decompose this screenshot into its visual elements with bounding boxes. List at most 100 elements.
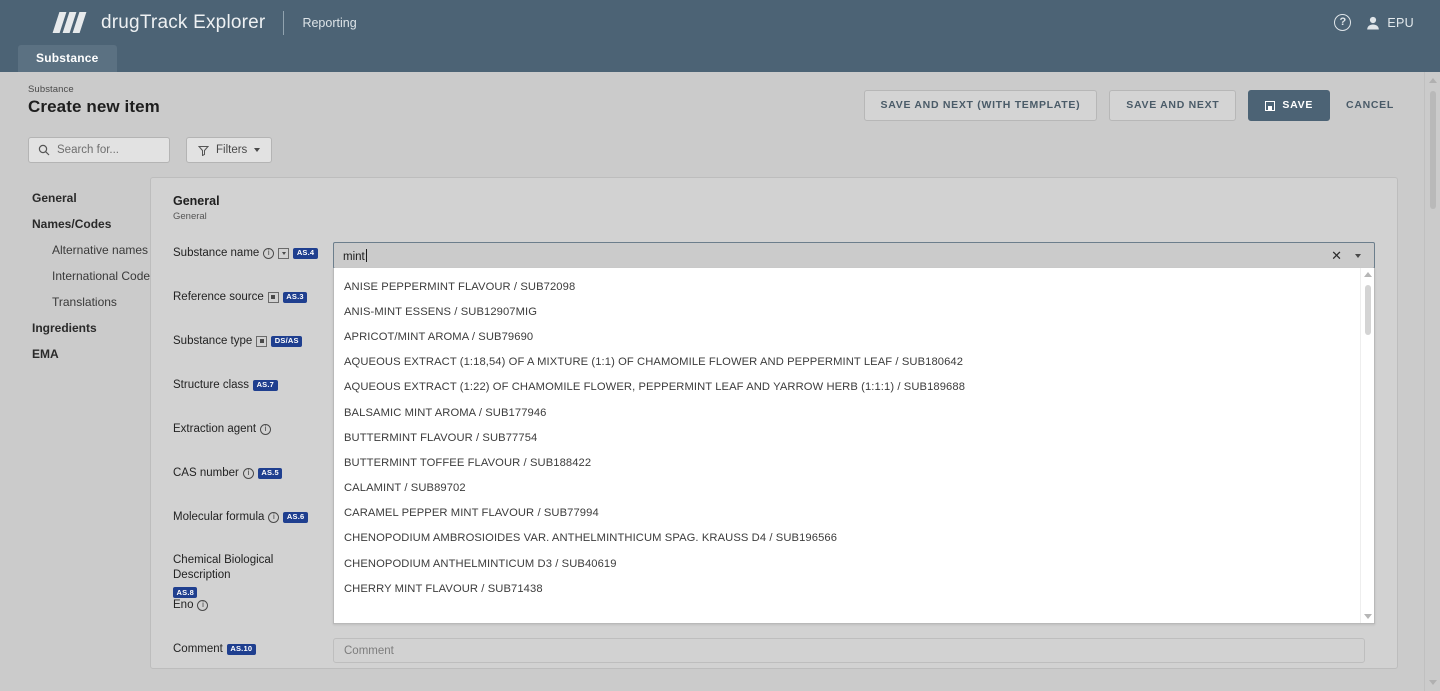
select-box-icon[interactable]: [256, 335, 268, 347]
list-item[interactable]: ANISE PEPPERMINT FLAVOUR / SUB72098: [334, 274, 1374, 299]
field-label-chemical-biological-description: Chemical Biological Description AS.8: [173, 550, 333, 598]
list-item[interactable]: CHERRY MINT FLAVOUR / SUB71438: [334, 576, 1374, 601]
combobox-chevron-down-icon[interactable]: [1352, 253, 1368, 258]
select-box-icon[interactable]: [267, 291, 279, 303]
field-label-substance-type: Substance type DS/AS: [173, 330, 333, 349]
chevron-down-icon: [254, 148, 261, 152]
page-actions: SAVE AND NEXT (WITH TEMPLATE) SAVE AND N…: [863, 84, 1420, 121]
field-label-text: Chemical Biological Description: [173, 554, 274, 581]
dropdown-option-list: ANISE PEPPERMINT FLAVOUR / SUB72098 ANIS…: [334, 268, 1374, 601]
search-icon: [38, 144, 50, 156]
dropdown-scrollbar[interactable]: [1360, 268, 1374, 623]
search-placeholder: Search for...: [57, 144, 120, 156]
user-name-label: EPU: [1387, 15, 1414, 30]
header-section-label: Reporting: [302, 15, 357, 30]
save-and-next-with-template-button[interactable]: SAVE AND NEXT (WITH TEMPLATE): [863, 90, 1098, 121]
comment-input[interactable]: Comment: [333, 638, 1365, 663]
header-right-tools: ? EPU: [1334, 14, 1424, 31]
list-item[interactable]: CALAMINT / SUB89702: [334, 476, 1374, 501]
user-menu[interactable]: EPU: [1365, 15, 1414, 31]
field-label-text: Molecular formula: [173, 511, 265, 523]
list-item[interactable]: BALSAMIC MINT AROMA / SUB177946: [334, 400, 1374, 425]
info-circle-icon[interactable]: i: [260, 423, 272, 435]
page-heading-block: Substance Create new item: [28, 84, 160, 117]
list-item[interactable]: AQUEOUS EXTRACT (1:18,54) OF A MIXTURE (…: [334, 350, 1374, 375]
field-label-text: Substance type: [173, 335, 253, 347]
status-badge: AS.7: [253, 379, 278, 391]
dropdown-scrollbar-thumb[interactable]: [1365, 285, 1371, 335]
form-panel: General General Substance name i AS.4 mi…: [150, 177, 1398, 669]
app-logo-icon: [52, 12, 87, 33]
sidebar-item-international-codes[interactable]: International Codes: [32, 263, 156, 289]
field-label-text: Substance name: [173, 247, 260, 259]
dropdown-box-icon[interactable]: [278, 247, 290, 259]
field-label-molecular-formula: Molecular formula i AS.6: [173, 506, 333, 525]
field-row-substance-name: Substance name i AS.4 mint ✕ ANISE PEPPE…: [173, 242, 1375, 624]
help-icon[interactable]: ?: [1334, 14, 1352, 31]
substance-name-dropdown: ANISE PEPPERMINT FLAVOUR / SUB72098 ANIS…: [333, 268, 1375, 624]
save-button-label: SAVE: [1282, 99, 1314, 111]
substance-name-control: mint ✕ ANISE PEPPERMINT FLAVOUR / SUB720…: [333, 242, 1375, 624]
field-label-reference-source: Reference source AS.3: [173, 286, 333, 305]
substance-name-input[interactable]: mint: [343, 248, 1321, 263]
info-circle-icon[interactable]: i: [263, 247, 275, 259]
app-header: drugTrack Explorer Reporting ? EPU: [0, 0, 1440, 45]
sidebar-item-ema[interactable]: EMA: [32, 341, 150, 367]
scroll-down-arrow-icon[interactable]: [1429, 680, 1437, 685]
header-divider: [283, 10, 285, 35]
list-item[interactable]: BUTTERMINT TOFFEE FLAVOUR / SUB188422: [334, 450, 1374, 475]
list-item[interactable]: BUTTERMINT FLAVOUR / SUB77754: [334, 425, 1374, 450]
page-scrollbar[interactable]: [1424, 72, 1440, 691]
app-brand-title: drugTrack Explorer: [101, 11, 266, 33]
list-item[interactable]: CHENOPODIUM ANTHELMINTICUM D3 / SUB40619: [334, 551, 1374, 576]
substance-name-combobox[interactable]: mint ✕: [333, 242, 1375, 269]
field-label-text: Eno: [173, 599, 194, 611]
scroll-up-arrow-icon[interactable]: [1429, 78, 1437, 83]
field-row-comment: Comment AS.10 Comment: [173, 638, 1375, 682]
sidebar-item-general[interactable]: General: [32, 185, 150, 211]
sidebar-item-translations[interactable]: Translations: [32, 289, 150, 315]
list-item[interactable]: CHENOPODIUM AMBROSIOIDES VAR. ANTHELMINT…: [334, 526, 1374, 551]
comment-placeholder: Comment: [344, 644, 394, 657]
info-circle-icon[interactable]: i: [242, 467, 254, 479]
info-circle-icon[interactable]: i: [197, 599, 209, 611]
page-title: Create new item: [28, 97, 160, 116]
person-icon: [1367, 16, 1380, 29]
status-badge: AS.3: [282, 291, 308, 303]
list-item[interactable]: APRICOT/MINT AROMA / SUB79690: [334, 324, 1374, 349]
field-label-text: Comment: [173, 643, 223, 655]
scroll-up-arrow-icon[interactable]: [1364, 272, 1372, 277]
status-badge: AS.6: [283, 511, 308, 523]
search-input[interactable]: Search for...: [28, 137, 170, 163]
sidebar-item-alternative-names[interactable]: Alternative names: [32, 237, 150, 263]
field-label-cas-number: CAS number i AS.5: [173, 462, 333, 481]
cancel-button[interactable]: CANCEL: [1342, 91, 1398, 120]
field-label-text: Reference source: [173, 291, 264, 303]
list-item[interactable]: AQUEOUS EXTRACT (1:22) OF CHAMOMILE FLOW…: [334, 375, 1374, 400]
field-label-text: Extraction agent: [173, 423, 257, 435]
general-form: Substance name i AS.4 mint ✕ ANISE PEPPE…: [173, 242, 1375, 682]
filters-dropdown[interactable]: Filters: [186, 137, 273, 163]
sidebar-item-ingredients[interactable]: Ingredients: [32, 315, 150, 341]
list-item[interactable]: CARAMEL PEPPER MINT FLAVOUR / SUB77994: [334, 501, 1374, 526]
scroll-down-arrow-icon[interactable]: [1364, 614, 1372, 619]
field-label-eno: Eno i: [173, 594, 333, 613]
content-split: General Names/Codes Alternative names In…: [0, 163, 1440, 669]
save-button[interactable]: SAVE: [1248, 90, 1331, 121]
section-subtitle: General: [173, 211, 207, 222]
page-scrollbar-thumb[interactable]: [1430, 91, 1436, 209]
status-badge: DS/AS: [271, 335, 303, 347]
tab-substance[interactable]: Substance: [18, 45, 117, 72]
comment-control: Comment: [333, 638, 1375, 663]
funnel-icon: [198, 145, 209, 156]
page-body: Substance Create new item SAVE AND NEXT …: [0, 72, 1440, 691]
status-badge: AS.10: [226, 643, 256, 655]
field-label-text: CAS number: [173, 467, 239, 479]
status-badge: AS.4: [293, 247, 318, 259]
list-item[interactable]: ANIS-MINT ESSENS / SUB12907MIG: [334, 299, 1374, 324]
info-circle-icon[interactable]: i: [268, 511, 280, 523]
clear-input-icon[interactable]: ✕: [1321, 249, 1352, 262]
status-badge: AS.5: [257, 467, 283, 479]
sidebar-item-names-codes[interactable]: Names/Codes: [32, 211, 150, 237]
save-and-next-button[interactable]: SAVE AND NEXT: [1109, 90, 1237, 121]
